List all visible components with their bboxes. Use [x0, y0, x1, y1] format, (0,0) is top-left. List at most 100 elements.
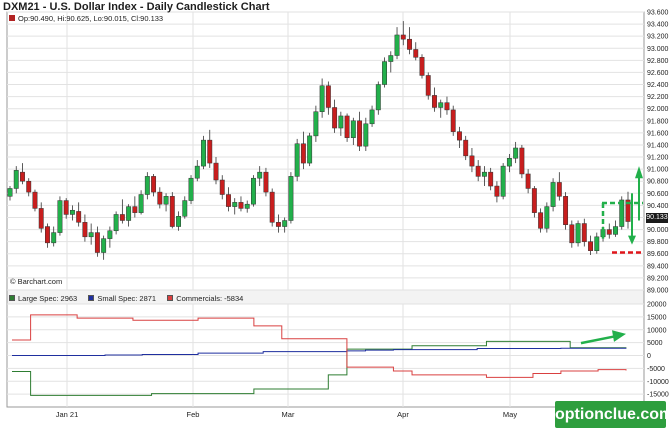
- cot-tick-label: 0: [647, 353, 651, 360]
- candle-up: [388, 55, 394, 62]
- candle-down: [400, 34, 406, 40]
- legend-small-spec: Small Spec: 2871: [88, 294, 156, 303]
- candle-up: [188, 177, 194, 201]
- candle-down: [588, 241, 593, 251]
- candle-down: [38, 208, 44, 229]
- candle-up: [251, 177, 256, 205]
- price-tick-label: 93.000: [647, 46, 669, 53]
- candle-down: [157, 191, 163, 205]
- candle-down: [463, 139, 469, 157]
- price-tick-label: 89.400: [647, 263, 669, 270]
- price-tick-label: 92.000: [647, 106, 669, 113]
- candle-up: [350, 120, 356, 138]
- candle-up: [294, 143, 300, 177]
- price-tick-label: 91.800: [647, 118, 669, 125]
- candle-down: [119, 214, 125, 221]
- candle-down: [169, 196, 175, 227]
- candle-up: [375, 84, 381, 111]
- candle-up: [126, 206, 132, 221]
- cot-tick-label: 20000: [647, 302, 667, 309]
- candle-down: [332, 107, 338, 129]
- candle-down: [132, 206, 138, 213]
- candle-down: [475, 165, 481, 177]
- candle-down: [207, 139, 213, 164]
- cot-tick-label: 15000: [647, 314, 667, 321]
- candle-down: [269, 191, 275, 223]
- candle-down: [219, 179, 225, 195]
- candle-down: [538, 212, 544, 229]
- candle-up: [88, 232, 94, 238]
- candle-up: [550, 182, 556, 207]
- candle-down: [432, 95, 437, 108]
- candle-down: [226, 194, 231, 207]
- candle-down: [238, 202, 244, 209]
- cot-tick-label: -5000: [647, 366, 665, 373]
- candle-down: [581, 223, 587, 242]
- candle-down: [94, 232, 100, 253]
- small-spec-swatch: [88, 295, 95, 301]
- candle-up: [51, 232, 57, 244]
- legend-large-spec-label: Large Spec: 2963: [18, 294, 78, 303]
- candle-up: [594, 236, 600, 251]
- price-tick-label: 92.400: [647, 82, 669, 89]
- x-tick-label: May: [503, 410, 517, 419]
- candle-down: [213, 162, 219, 181]
- price-tick-label: 89.600: [647, 251, 669, 258]
- cot-tick-label: 10000: [647, 327, 667, 334]
- price-tick-label: 90.400: [647, 203, 669, 210]
- candle-up: [282, 220, 288, 227]
- candle-up: [107, 230, 113, 239]
- candle-down: [407, 38, 412, 50]
- candle-up: [194, 165, 200, 179]
- price-tick-label: 91.000: [647, 167, 669, 174]
- candle-up: [144, 176, 150, 195]
- candle-down: [275, 222, 281, 227]
- candle-down: [469, 155, 475, 167]
- candle-up: [244, 203, 250, 209]
- candle-down: [325, 85, 331, 108]
- last-price-tag: 90.133: [646, 213, 668, 223]
- commercials-swatch: [167, 295, 174, 301]
- price-tick-label: 90.600: [647, 191, 669, 198]
- candle-up: [313, 111, 319, 137]
- candle-down: [519, 147, 525, 175]
- price-tick-label: 92.200: [647, 94, 669, 101]
- candle-up: [307, 135, 313, 164]
- x-tick-label: Mar: [282, 410, 295, 419]
- candle-down: [63, 200, 69, 215]
- price-tick-label: 91.400: [647, 142, 669, 149]
- barchart-credit: © Barchart.com: [10, 277, 63, 286]
- price-tick-label: 93.200: [647, 34, 669, 41]
- candle-down: [419, 57, 425, 76]
- candle-down: [494, 185, 500, 197]
- candle-up: [575, 223, 581, 244]
- candle-down: [76, 211, 82, 223]
- candle-up: [69, 209, 75, 215]
- candle-up: [257, 171, 263, 179]
- candle-down: [531, 188, 537, 213]
- price-tick-label: 91.200: [647, 155, 669, 162]
- price-tick-label: 89.800: [647, 239, 669, 246]
- x-tick-label: Apr: [397, 410, 409, 419]
- price-tick-label: 90.800: [647, 179, 669, 186]
- candle-up: [163, 196, 169, 205]
- candle-down: [425, 75, 431, 96]
- candle-up: [113, 214, 119, 232]
- candle-down: [20, 171, 25, 182]
- candle-down: [357, 120, 363, 147]
- candle-up: [382, 61, 387, 85]
- watermark-logo: optionclue.com: [555, 401, 670, 428]
- large-spec-swatch: [9, 295, 15, 301]
- candle-up: [13, 170, 19, 189]
- x-tick-label: Jan 21: [56, 410, 79, 419]
- candle-up: [101, 238, 107, 253]
- ohlc-readout: Op:90.490, Hi:90.625, Lo:90.015, Cl:90.1…: [9, 14, 163, 24]
- candle-up: [232, 202, 238, 207]
- candle-down: [45, 226, 50, 244]
- candle-up: [138, 194, 144, 213]
- price-tick-label: 89.000: [647, 288, 669, 295]
- candle-up: [338, 115, 344, 129]
- candle-down: [450, 109, 456, 132]
- candle-down: [606, 229, 612, 235]
- candle-down: [556, 182, 562, 197]
